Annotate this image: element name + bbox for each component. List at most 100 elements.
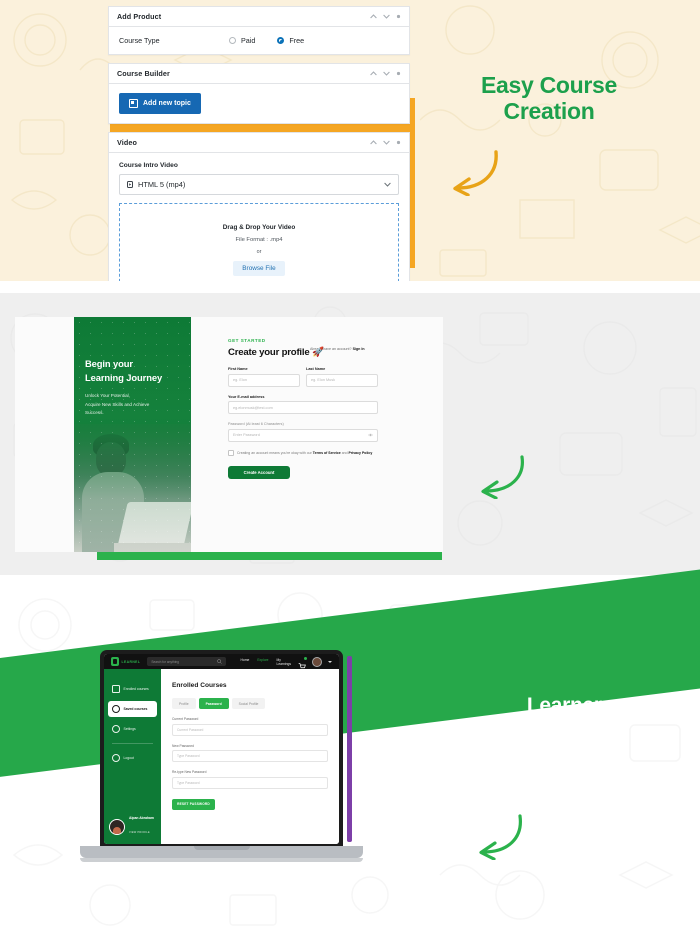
radio-paid-label: Paid [241,36,256,45]
video-source-select[interactable]: HTML 5 (mp4) [119,174,399,195]
app-logo[interactable]: LEARNEL [111,657,140,666]
sidebar-user-card[interactable]: Alpan Abraham VIEW PROFILE [109,816,154,838]
tab-social-profile[interactable]: Social Profile [231,698,266,709]
new-password-label: New Password [172,743,194,748]
eye-icon[interactable] [368,433,373,437]
radio-free[interactable]: Free [277,36,304,45]
curved-arrow-orange-icon [453,150,498,196]
current-password-input[interactable]: Current Password [172,723,328,736]
chevron-down-icon [383,14,390,19]
avatar[interactable] [312,656,322,667]
hero-sub-line1: Unlock Your Potential, [85,393,130,399]
chevron-down-icon[interactable] [328,660,332,663]
nav-link-home[interactable]: Home [241,658,250,666]
password-group: Password (At least 6 Characters) Enter P… [228,422,378,442]
chevron-up-icon [370,71,377,76]
last-name-input[interactable]: eg. Elon Musk [306,373,378,387]
plus-square-icon [129,99,138,108]
sidebar-item-logout[interactable]: Logout [108,750,157,766]
panel-controls[interactable] [370,140,401,145]
add-product-header: Add Product [109,7,409,27]
sidebar-item-settings[interactable]: Settings [108,721,157,737]
user-avatar [109,819,125,835]
search-icon [216,659,222,664]
nav-link-my-learnings[interactable]: My Learnings [277,658,291,666]
privacy-policy-link[interactable]: Privacy Policy [349,451,373,455]
retype-password-group: Re-type New Password Type Password [172,770,328,789]
panel1-heading-line1: Easy Course [480,72,618,98]
video-dropzone[interactable]: Drag & Drop Your Video File Format : .mp… [119,203,399,281]
radio-free-dot [277,37,285,44]
gear-icon [112,725,120,733]
laptop-screen: LEARNEL Search for anything Home Explore… [104,654,339,844]
terms-checkbox[interactable] [228,450,234,456]
create-account-button[interactable]: Create Account [228,466,290,479]
new-password-input[interactable]: Type Password [172,750,328,762]
laptop-lid: LEARNEL Search for anything Home Explore… [100,650,343,848]
sidebar-label-logout: Logout [123,756,134,760]
view-profile-link[interactable]: VIEW PROFILE [129,831,150,834]
first-name-input[interactable]: eg. Elon [228,373,300,387]
radio-paid[interactable]: Paid [229,36,255,45]
course-intro-video-label: Course Intro Video [119,162,178,169]
sidebar-item-saved-courses[interactable]: Saved courses [108,701,157,717]
course-type-row: Course Type Paid Free [119,36,399,45]
add-product-title: Add Product [117,12,162,21]
password-hint: (At least 6 Characters) [245,422,284,426]
search-input[interactable]: Search for anything [147,657,226,666]
course-builder-screenshot: Add Product Course Type Paid Free Course… [108,6,410,281]
radio-paid-dot [229,37,236,44]
last-name-placeholder: eg. Elon Musk [311,378,336,382]
browse-file-button[interactable]: Browse File [233,261,285,276]
new-password-group: New Password Type Password [172,743,328,762]
chevron-down-icon [383,140,390,145]
panel-controls[interactable] [370,14,401,19]
video-body: Course Intro Video HTML 5 (mp4) Drag & D… [109,153,409,281]
terms-and: and [341,450,348,455]
panel-controls[interactable] [370,71,401,76]
app-navbar: LEARNEL Search for anything Home Explore… [104,654,339,670]
logo-text: LEARNEL [121,659,141,664]
laptop-base-shadow [80,858,363,862]
panel-course-creation: Add Product Course Type Paid Free Course… [0,0,700,281]
chevron-up-icon [370,14,377,19]
video-panel: Video Course Intro Video HTML 5 (mp4) Dr… [108,132,410,281]
reset-password-button[interactable]: RESET PASSWORD [172,798,215,810]
retype-password-input[interactable]: Type Password [172,776,328,789]
panel1-heading-line2: Creation [503,98,595,125]
course-builder-header: Course Builder [109,64,409,84]
curved-arrow-green-icon [481,455,524,499]
dropzone-format: File Format : .mp4 [235,237,283,243]
course-builder-panel: Course Builder Add new topic [108,63,410,124]
chevron-up-icon [370,140,377,145]
curved-arrow-green-panel3-icon [479,814,522,860]
drag-handle-icon [396,71,401,76]
password-placeholder: Enter Password [233,433,260,437]
chevron-down-icon [384,182,391,187]
video-header: Video [109,133,409,153]
email-input[interactable]: eg.elonmusk@test.com [228,401,378,414]
tab-password[interactable]: Password [198,698,229,709]
sidebar-item-enrolled-courses[interactable]: Enrolled courses [108,681,157,697]
nav-links[interactable]: Home Explore My Learnings [241,658,291,666]
registration-hero-panel: Begin your Learning Journey Unlock Your … [74,317,191,552]
first-name-placeholder: eg. Elon [233,378,247,382]
search-placeholder: Search for anything [151,659,179,664]
hero-sub-line2: Acquire New Skills and Achieve [85,401,150,407]
form-eyebrow: GET STARTED [228,338,266,343]
hero-copy: Begin your Learning Journey Unlock Your … [85,357,183,418]
hero-dot-pattern [74,317,191,552]
cart-icon[interactable] [298,656,307,670]
add-new-topic-button[interactable]: Add new topic [119,93,201,114]
password-input[interactable]: Enter Password [228,428,378,442]
terms-of-service-link[interactable]: Terms of Service [313,451,341,455]
tab-profile[interactable]: Profile [172,698,196,709]
terms-row[interactable]: Creating an account means you're okay wi… [228,450,378,456]
current-password-group: Current Password Current Password [172,717,328,736]
name-row: First Name eg. Elon Last Name eg. Elon M… [228,367,378,387]
course-type-label: Course Type [119,36,160,45]
laptop-edge-highlight [347,656,352,842]
radio-free-label: Free [289,36,305,45]
nav-link-explore[interactable]: Explore [257,658,268,666]
hero-sub-line3: Success. [85,410,104,416]
